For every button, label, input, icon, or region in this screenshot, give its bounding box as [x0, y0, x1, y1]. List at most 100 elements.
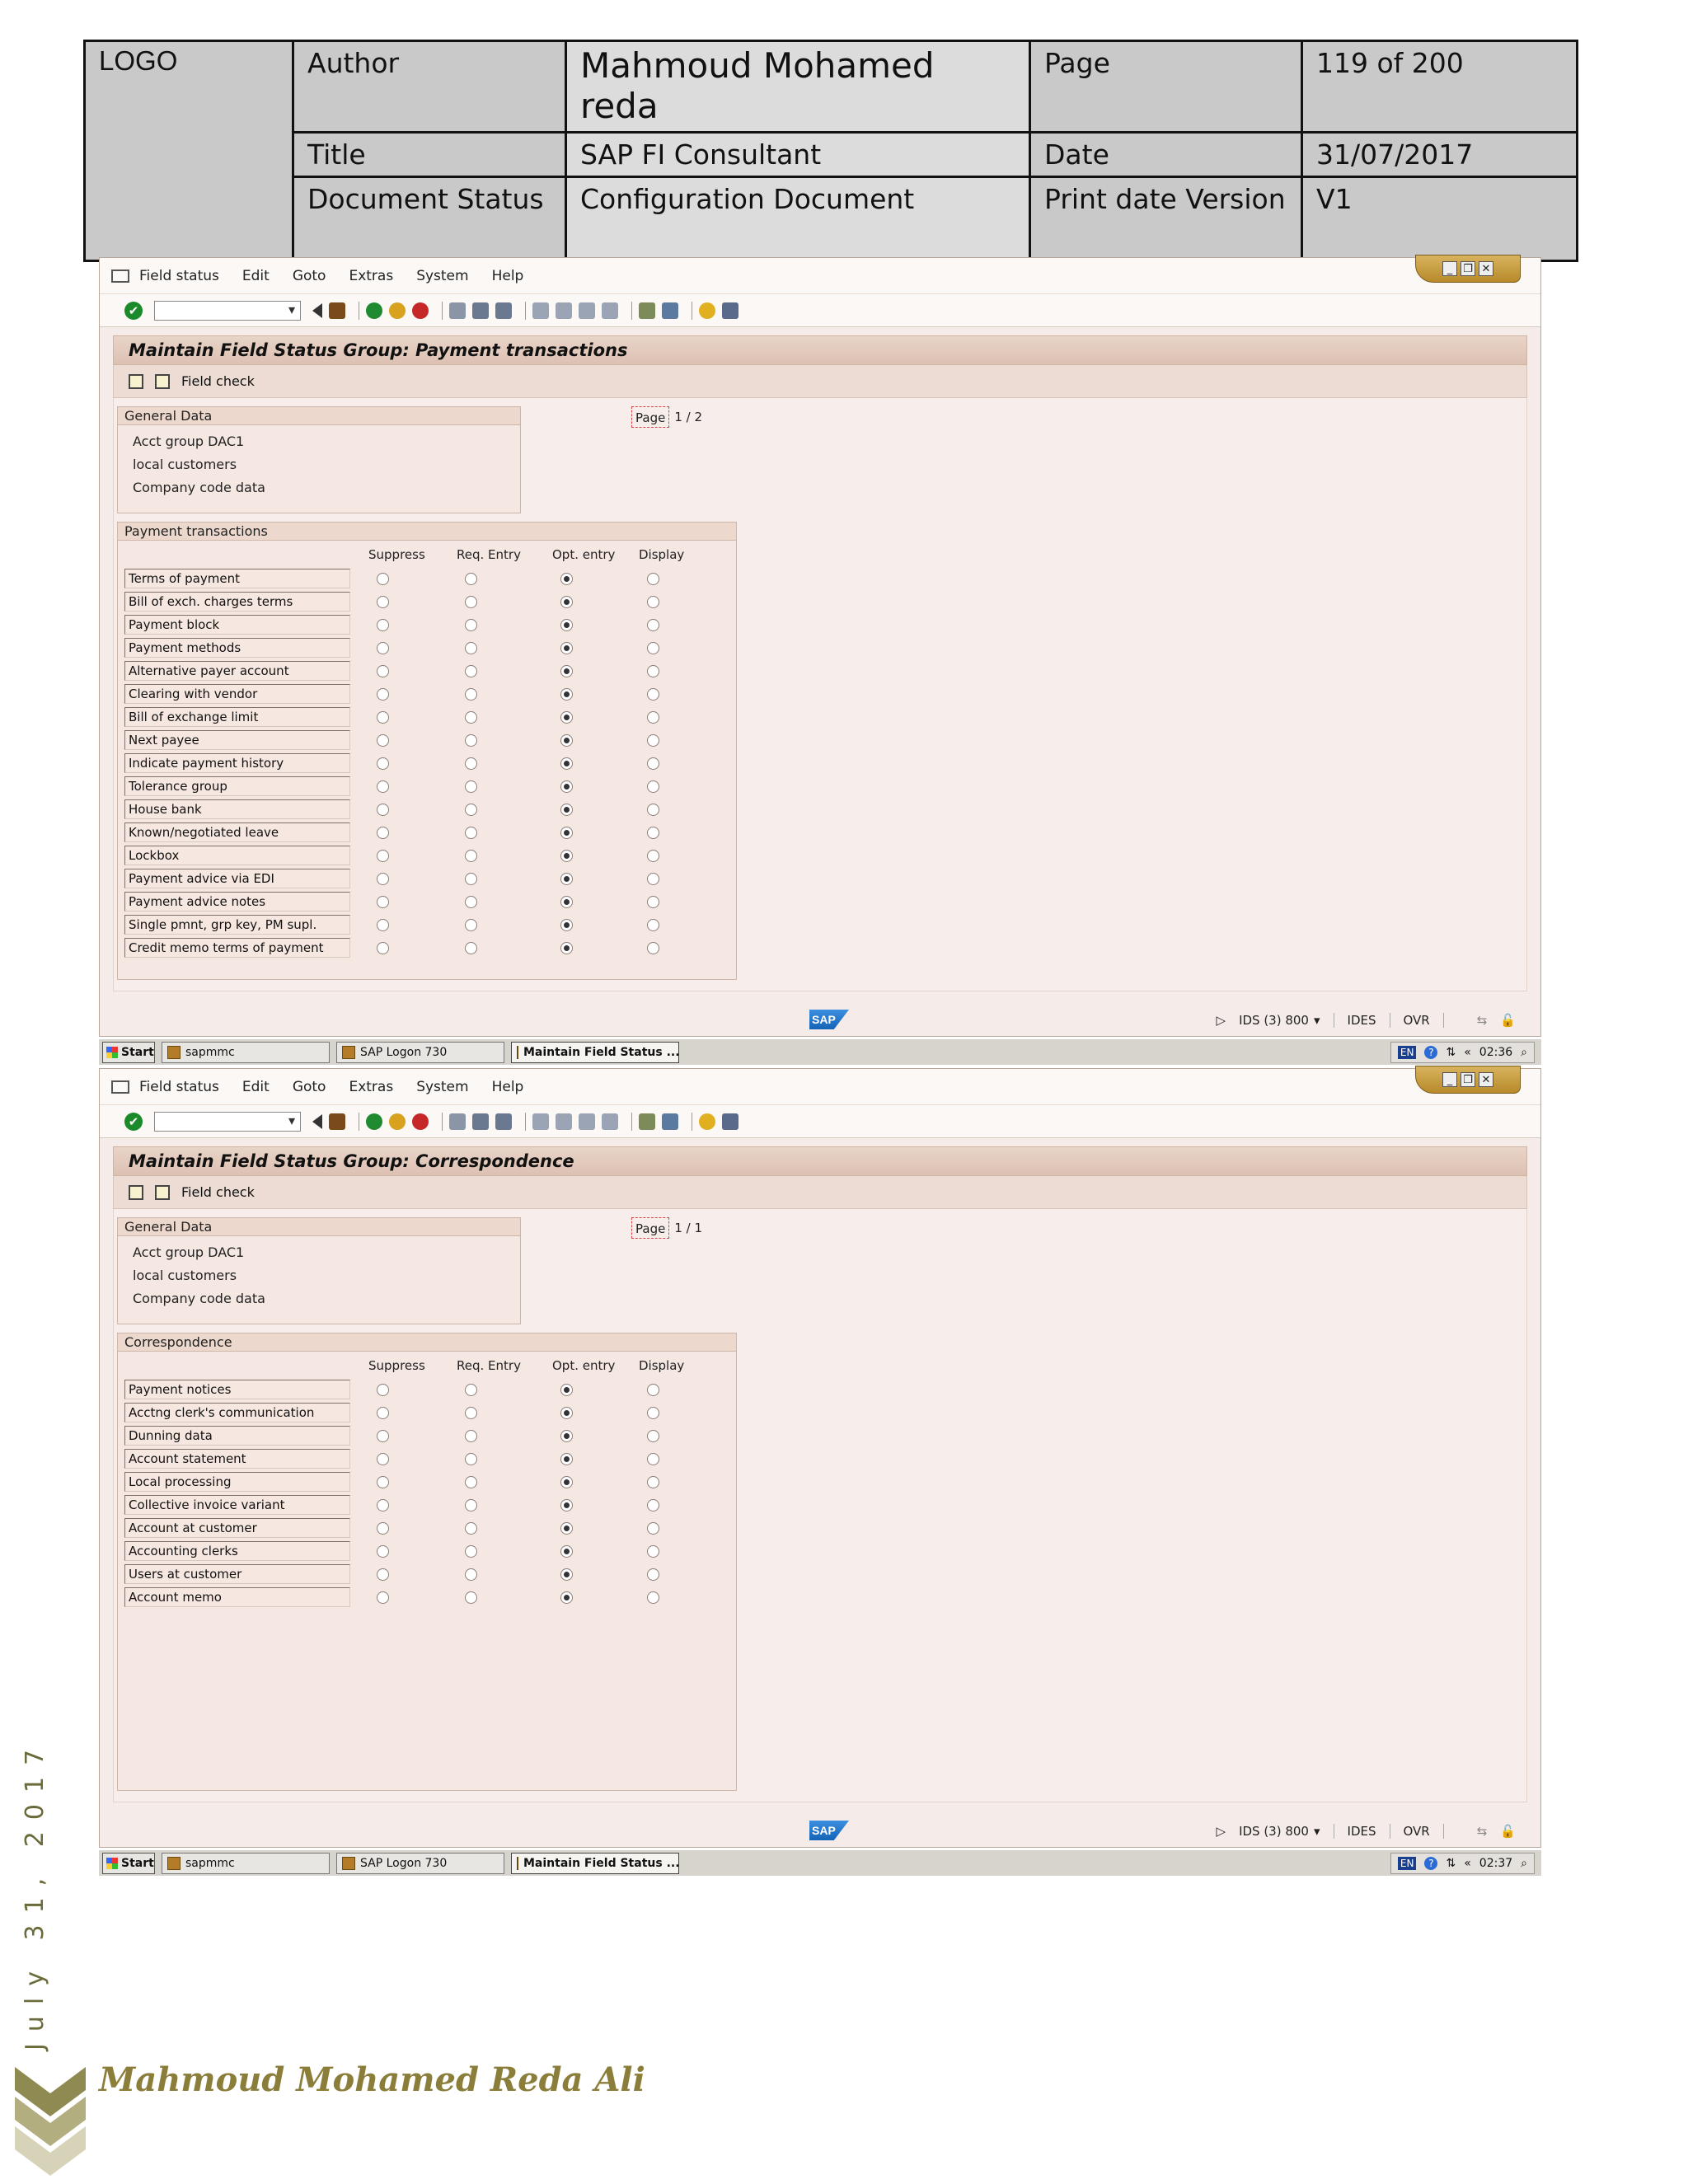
menu-help[interactable]: Help — [492, 1079, 524, 1095]
radio-opt-entry[interactable] — [560, 757, 573, 770]
radio-opt-entry[interactable] — [560, 780, 573, 793]
radio-req-entry[interactable] — [465, 780, 477, 793]
lock-icon[interactable]: 🔓 — [1500, 1013, 1516, 1028]
status-dropdown-icon[interactable]: ▾ — [1314, 1013, 1320, 1028]
radio-suppress[interactable] — [377, 850, 389, 862]
back-icon[interactable] — [366, 1113, 382, 1130]
radio-opt-entry[interactable] — [560, 1430, 573, 1442]
radio-suppress[interactable] — [377, 1430, 389, 1442]
radio-display[interactable] — [647, 850, 659, 862]
radio-opt-entry[interactable] — [560, 573, 573, 585]
radio-req-entry[interactable] — [465, 596, 477, 608]
start-button[interactable]: Start — [102, 1852, 155, 1874]
radio-opt-entry[interactable] — [560, 642, 573, 654]
taskbar-item[interactable]: sapmmc — [162, 1041, 330, 1063]
menu-system-icon[interactable] — [111, 1080, 129, 1094]
menu-help[interactable]: Help — [492, 268, 524, 284]
radio-display[interactable] — [647, 919, 659, 931]
radio-display[interactable] — [647, 1499, 659, 1511]
status-arrow-icon[interactable]: ▷ — [1217, 1824, 1226, 1839]
shortcut-icon[interactable] — [662, 302, 678, 319]
previous-screen-icon[interactable] — [129, 373, 143, 389]
radio-display[interactable] — [647, 711, 659, 724]
radio-suppress[interactable] — [377, 896, 389, 908]
find-icon[interactable] — [472, 1113, 489, 1130]
show-hidden-icon[interactable]: « — [1464, 1046, 1471, 1059]
menu-extras[interactable]: Extras — [349, 268, 393, 284]
radio-opt-entry[interactable] — [560, 734, 573, 747]
search-icon[interactable]: ⌕ — [1521, 1857, 1527, 1870]
close-icon[interactable]: ✕ — [1479, 1072, 1493, 1087]
show-hidden-icon[interactable]: « — [1464, 1857, 1471, 1870]
radio-suppress[interactable] — [377, 688, 389, 701]
radio-display[interactable] — [647, 1407, 659, 1419]
next-page-icon[interactable] — [579, 302, 595, 319]
radio-suppress[interactable] — [377, 596, 389, 608]
minimize-icon[interactable]: _ — [1442, 261, 1457, 276]
radio-display[interactable] — [647, 688, 659, 701]
radio-display[interactable] — [647, 734, 659, 747]
radio-suppress[interactable] — [377, 619, 389, 631]
command-field[interactable] — [154, 300, 301, 321]
radio-req-entry[interactable] — [465, 642, 477, 654]
radio-display[interactable] — [647, 1591, 659, 1604]
radio-display[interactable] — [647, 596, 659, 608]
field-check-button[interactable]: Field check — [181, 1184, 255, 1200]
layout-menu-icon[interactable] — [722, 302, 738, 319]
radio-req-entry[interactable] — [465, 1476, 477, 1488]
find-next-icon[interactable] — [495, 1113, 512, 1130]
radio-req-entry[interactable] — [465, 734, 477, 747]
radio-req-entry[interactable] — [465, 1430, 477, 1442]
command-field[interactable] — [154, 1111, 301, 1132]
first-page-icon[interactable] — [532, 1113, 549, 1130]
radio-suppress[interactable] — [377, 780, 389, 793]
radio-req-entry[interactable] — [465, 1591, 477, 1604]
taskbar-item[interactable]: SAP Logon 730 — [336, 1852, 504, 1874]
minimize-icon[interactable]: _ — [1442, 1072, 1457, 1087]
cancel-icon[interactable] — [412, 1113, 429, 1130]
radio-req-entry[interactable] — [465, 619, 477, 631]
radio-req-entry[interactable] — [465, 850, 477, 862]
radio-suppress[interactable] — [377, 919, 389, 931]
print-icon[interactable] — [449, 302, 466, 319]
radio-display[interactable] — [647, 665, 659, 677]
status-dropdown-icon[interactable]: ▾ — [1314, 1824, 1320, 1839]
language-indicator[interactable]: EN — [1397, 1045, 1417, 1059]
previous-screen-icon[interactable] — [129, 1184, 143, 1200]
radio-opt-entry[interactable] — [560, 619, 573, 631]
radio-suppress[interactable] — [377, 1476, 389, 1488]
radio-opt-entry[interactable] — [560, 688, 573, 701]
radio-suppress[interactable] — [377, 804, 389, 816]
radio-display[interactable] — [647, 1568, 659, 1581]
first-page-icon[interactable] — [532, 302, 549, 319]
last-page-icon[interactable] — [602, 1113, 618, 1130]
radio-suppress[interactable] — [377, 734, 389, 747]
radio-opt-entry[interactable] — [560, 1591, 573, 1604]
restore-icon[interactable]: ❐ — [1461, 1072, 1475, 1087]
menu-system[interactable]: System — [416, 268, 468, 284]
radio-display[interactable] — [647, 573, 659, 585]
radio-display[interactable] — [647, 1476, 659, 1488]
previous-page-icon[interactable] — [556, 302, 572, 319]
radio-suppress[interactable] — [377, 827, 389, 839]
status-system[interactable]: IDS (3) 800 — [1239, 1013, 1309, 1028]
radio-display[interactable] — [647, 642, 659, 654]
menu-goto[interactable]: Goto — [293, 268, 326, 284]
radio-opt-entry[interactable] — [560, 896, 573, 908]
menu-system-icon[interactable] — [111, 269, 129, 283]
radio-display[interactable] — [647, 757, 659, 770]
status-arrow-icon[interactable]: ▷ — [1217, 1013, 1226, 1028]
enter-checkmark-icon[interactable]: ✔ — [124, 1112, 143, 1131]
radio-suppress[interactable] — [377, 873, 389, 885]
window-controls[interactable]: _ ❐ ✕ — [1415, 255, 1521, 283]
radio-opt-entry[interactable] — [560, 1568, 573, 1581]
exit-icon[interactable] — [389, 1113, 406, 1130]
menu-edit[interactable]: Edit — [242, 268, 270, 284]
menu-system[interactable]: System — [416, 1079, 468, 1095]
radio-req-entry[interactable] — [465, 942, 477, 954]
shortcut-icon[interactable] — [662, 1113, 678, 1130]
radio-suppress[interactable] — [377, 1545, 389, 1558]
help-icon[interactable]: ? — [1424, 1045, 1438, 1059]
radio-opt-entry[interactable] — [560, 1499, 573, 1511]
menu-goto[interactable]: Goto — [293, 1079, 326, 1095]
